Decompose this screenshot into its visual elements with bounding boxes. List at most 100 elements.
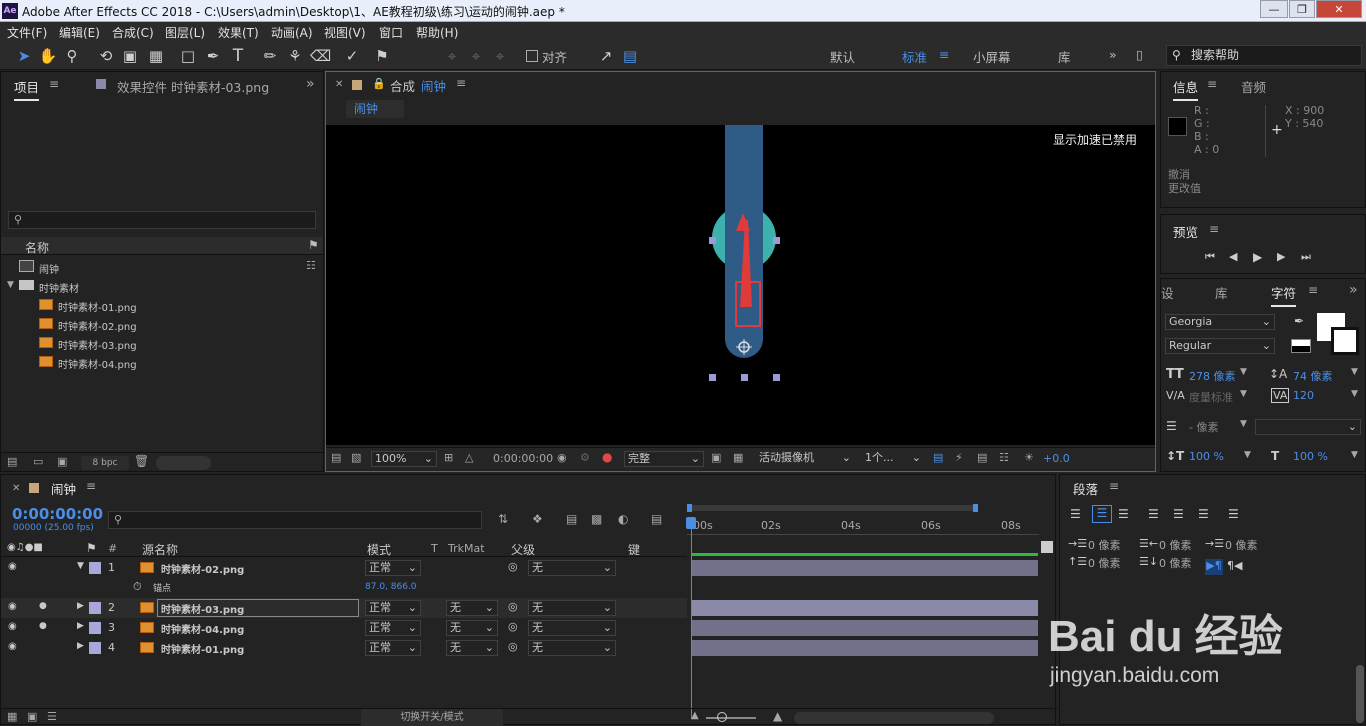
roto-brush-tool-icon[interactable]: ✓ xyxy=(342,46,362,66)
list-item[interactable]: 时钟素材-03.png xyxy=(1,334,323,352)
blend-mode-select[interactable]: 正常 ⌄ xyxy=(365,640,421,656)
comp-tab-prefix[interactable]: 合成 xyxy=(390,76,415,95)
close-button[interactable]: ✕ xyxy=(1316,0,1362,18)
pen-tool-icon[interactable]: ✒ xyxy=(203,46,223,66)
tab-info[interactable]: 信息 xyxy=(1173,77,1199,101)
align-center-icon[interactable]: ☰ xyxy=(1092,505,1112,523)
layer-name[interactable]: 时钟素材-03.png xyxy=(161,601,244,616)
help-search-input[interactable]: ⚲ 搜索帮助 xyxy=(1166,45,1362,66)
chevron-down-icon[interactable]: ▼ xyxy=(1240,367,1247,377)
panel-menu-icon[interactable]: ≡ xyxy=(86,479,96,493)
layer-search-input[interactable]: ⚲ xyxy=(108,511,482,529)
play-icon[interactable]: ▶ xyxy=(1253,250,1262,264)
justify-center-icon[interactable]: ☰ xyxy=(1173,507,1184,521)
type-tool-icon[interactable]: T xyxy=(228,46,248,66)
more-tabs-icon[interactable]: » xyxy=(1349,282,1358,298)
clone-stamp-tool-icon[interactable]: ⚘ xyxy=(285,46,305,66)
collapse-arrow-icon[interactable]: ▶ xyxy=(77,621,84,631)
layer-switches-icon[interactable]: ▦ xyxy=(7,710,17,723)
list-item[interactable]: 时钟素材-02.png xyxy=(1,315,323,333)
justify-right-icon[interactable]: ☰ xyxy=(1198,507,1209,521)
font-size-value[interactable]: 278 像素 xyxy=(1189,368,1236,384)
font-family-select[interactable]: Georgia ⌄ xyxy=(1165,314,1275,330)
panel-menu-icon[interactable]: ≡ xyxy=(1207,77,1217,91)
ltr-direction-icon[interactable]: ▶¶ xyxy=(1205,559,1223,575)
breadcrumb[interactable]: 闹钟 xyxy=(346,100,404,118)
visibility-eye-icon[interactable]: ◉ xyxy=(8,601,17,612)
tab-settings[interactable]: 设 xyxy=(1161,283,1174,302)
snap-icon[interactable]: ↗ xyxy=(596,46,616,66)
camera-tool-icon[interactable]: ▣ xyxy=(120,46,140,66)
menu-layer[interactable]: 图层(L) xyxy=(165,24,205,41)
work-area-end[interactable] xyxy=(973,504,978,512)
col-keys[interactable]: 键 xyxy=(628,541,640,558)
chevron-down-icon[interactable]: ▼ xyxy=(1351,450,1358,460)
trkmat-select[interactable]: 无 ⌄ xyxy=(446,620,498,636)
list-item[interactable]: ▼ 时钟素材 xyxy=(1,277,323,295)
list-item[interactable]: 时钟素材-04.png xyxy=(1,353,323,371)
property-value[interactable]: 87.0, 866.0 xyxy=(365,582,417,592)
av-features-icon[interactable]: ◉♫●■ xyxy=(7,542,43,553)
new-comp-icon[interactable]: ▣ xyxy=(57,455,67,468)
kerning-value[interactable]: 度量标准 xyxy=(1189,389,1233,405)
lock-icon[interactable]: 🔒 xyxy=(372,77,386,90)
next-frame-icon[interactable]: ▶ xyxy=(1277,250,1285,263)
transform-handle[interactable] xyxy=(709,374,716,381)
minimize-button[interactable]: — xyxy=(1260,0,1288,18)
puppet-pin-tool-icon[interactable]: ⚑ xyxy=(372,46,392,66)
transform-handle[interactable] xyxy=(773,374,780,381)
layer-color-label[interactable] xyxy=(89,602,101,614)
col-t[interactable]: T xyxy=(431,542,438,555)
zoom-slider-thumb[interactable] xyxy=(717,712,727,722)
workspace-menu-icon[interactable]: ≡ xyxy=(939,47,949,62)
workspace-extend-icon[interactable]: ▯ xyxy=(1136,47,1143,62)
trkmat-select[interactable]: 无 ⌄ xyxy=(446,600,498,616)
layer-duration-bar[interactable] xyxy=(691,560,1038,576)
show-snapshot-icon[interactable]: ⚙ xyxy=(580,451,590,464)
tracking-value[interactable]: 120 xyxy=(1293,389,1314,402)
project-scrollbar[interactable] xyxy=(156,456,211,470)
blend-mode-select[interactable]: 正常 ⌄ xyxy=(365,560,421,576)
frame-blending-icon[interactable]: ▩ xyxy=(591,512,602,526)
transparency-grid-icon[interactable]: ▦ xyxy=(733,451,743,464)
in-out-icon[interactable]: ☰ xyxy=(47,710,57,723)
table-row[interactable]: ◉ ● ▶ 2 时钟素材-03.png 正常 ⌄ 无 ⌄ ◎ 无 ⌄ xyxy=(1,598,687,618)
panel-menu-icon[interactable]: ≡ xyxy=(49,77,59,91)
stroke-style-select[interactable]: ⌄ xyxy=(1255,419,1361,435)
layer-name[interactable]: 时钟素材-02.png xyxy=(161,561,244,576)
indent-first-value[interactable]: 0 像素 xyxy=(1225,537,1258,553)
resolution-select[interactable]: 完整 ⌄ xyxy=(624,451,704,467)
collapse-arrow-icon[interactable]: ▶ xyxy=(77,601,84,611)
menu-composition[interactable]: 合成(C) xyxy=(112,24,154,41)
first-frame-icon[interactable]: ⏮ xyxy=(1205,250,1215,264)
menu-window[interactable]: 窗口 xyxy=(379,24,403,41)
transfer-controls-icon[interactable]: ▣ xyxy=(27,710,37,723)
exposure-value[interactable]: +0.0 xyxy=(1043,452,1070,465)
trash-icon[interactable]: 🗑 xyxy=(134,454,149,468)
table-row[interactable]: ◉ ▶ 4 时钟素材-01.png 正常 ⌄ 无 ⌄ ◎ 无 ⌄ xyxy=(1,638,687,658)
align-checkbox[interactable] xyxy=(526,50,538,62)
views-select[interactable]: 1个... ⌄ xyxy=(862,451,924,467)
col-name[interactable]: 名称 xyxy=(25,239,49,256)
chevron-down-icon[interactable]: ▼ xyxy=(1351,389,1358,399)
layer-duration-bar[interactable] xyxy=(691,640,1038,656)
camera-select[interactable]: 活动摄像机 ⌄ xyxy=(756,451,854,467)
expand-arrow-icon[interactable]: ▼ xyxy=(77,561,84,571)
chevron-down-icon[interactable]: ▼ xyxy=(1351,367,1358,377)
more-tabs-icon[interactable]: » xyxy=(306,76,315,92)
list-item[interactable]: 闹钟 ☷ xyxy=(1,258,323,276)
parent-select[interactable]: 无 ⌄ xyxy=(528,620,616,636)
toggle-pixel-aspect-icon[interactable]: ▤ xyxy=(933,451,943,464)
layer-duration-bar[interactable] xyxy=(691,620,1038,636)
zoom-slider[interactable] xyxy=(706,717,756,719)
expand-arrow-icon[interactable]: ▼ xyxy=(7,280,14,290)
align-left-icon[interactable]: ☰ xyxy=(1070,507,1081,521)
col-trkmat[interactable]: TrkMat xyxy=(448,542,485,555)
last-frame-icon[interactable]: ⏭ xyxy=(1301,250,1311,264)
pickwhip-icon[interactable]: ◎ xyxy=(508,600,518,613)
view-axis-icon[interactable]: ⌖ xyxy=(490,46,510,66)
work-area-bar[interactable] xyxy=(687,504,978,512)
vr-icon[interactable]: ▧ xyxy=(351,451,361,464)
toggle-switches-modes-button[interactable]: 切换开关/模式 xyxy=(361,709,503,726)
flowchart-icon[interactable]: ☷ xyxy=(999,451,1009,464)
